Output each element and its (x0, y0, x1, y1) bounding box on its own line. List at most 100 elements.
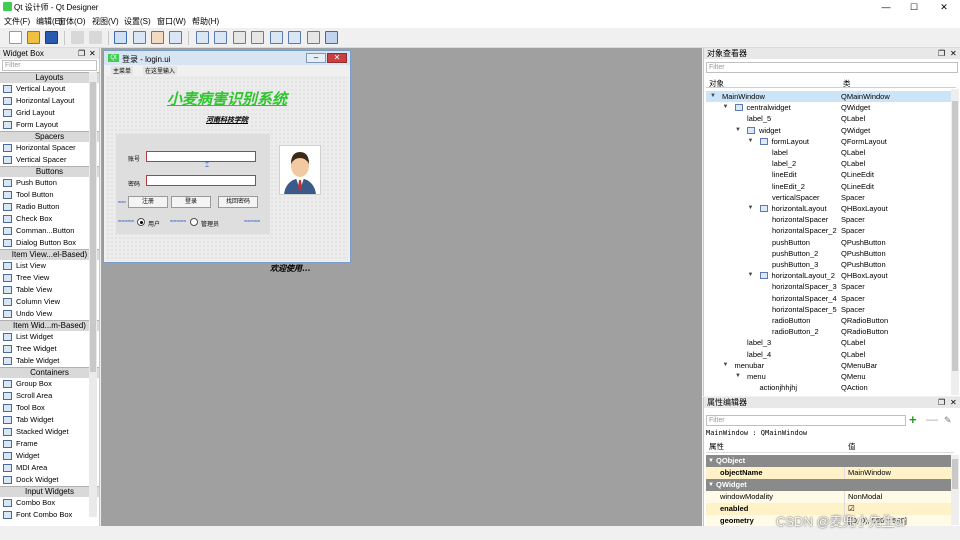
tree-row-centralwidget[interactable]: ▼ centralwidget QWidget (706, 102, 954, 113)
menu-view[interactable]: 视图(V) (92, 16, 119, 27)
tree-row-radiobutton-2[interactable]: radioButton_2 QRadioButton (706, 326, 954, 337)
widget-item-horizontal-spacer[interactable]: Horizontal Spacer (0, 142, 99, 154)
tree-row-mainwindow[interactable]: ▼ MainWindow QMainWindow (706, 91, 954, 102)
form-layout-icon[interactable] (270, 31, 283, 44)
configure-icon[interactable]: ✎ (944, 415, 952, 426)
menu-settings[interactable]: 设置(S) (124, 16, 151, 27)
widget-item-vertical-spacer[interactable]: Vertical Spacer (0, 154, 99, 166)
property-group-qobject[interactable]: QObject ▼ (706, 455, 954, 467)
edit-buddies-icon[interactable] (151, 31, 164, 44)
widget-item-tool-button[interactable]: Tool Button (0, 189, 99, 201)
maximize-button[interactable]: ☐ (900, 0, 928, 14)
horizontal-layout-icon[interactable] (196, 31, 209, 44)
tree-row-horizontalspacer-5[interactable]: horizontalSpacer_5 Spacer (706, 304, 954, 315)
tree-row-label-4[interactable]: label_4 QLabel (706, 349, 954, 360)
widget-item-mdi-area[interactable]: MDI Area (0, 462, 99, 474)
tree-row-pushbutton-3[interactable]: pushButton_3 QPushButton (706, 259, 954, 270)
widget-item-radio-button[interactable]: Radio Button (0, 201, 99, 213)
edit-tab-order-icon[interactable] (169, 31, 182, 44)
form-close-button[interactable]: ✕ (327, 53, 347, 63)
widget-item-widget[interactable]: Widget (0, 450, 99, 462)
adjust-size-icon[interactable] (325, 31, 338, 44)
close-icon[interactable]: ✕ (950, 48, 957, 59)
tree-row-menu[interactable]: ▼ menu QMenu (706, 371, 954, 382)
widget-category-containers[interactable]: Containers (0, 367, 99, 378)
tree-row-horizontallayout-2[interactable]: ▼ horizontalLayout_2 QHBoxLayout (706, 270, 954, 281)
property-filter-input[interactable]: Filter (706, 415, 906, 426)
vertical-splitter-icon[interactable] (251, 31, 264, 44)
scrollbar-thumb[interactable] (952, 459, 958, 489)
tree-row-label-2[interactable]: label_2 QLabel (706, 158, 954, 169)
tree-row-radiobutton[interactable]: radioButton QRadioButton (706, 315, 954, 326)
widget-item-font-combo-box[interactable]: Font Combo Box (0, 509, 99, 521)
widget-item-stacked-widget[interactable]: Stacked Widget (0, 426, 99, 438)
tree-row-label[interactable]: label QLabel (706, 147, 954, 158)
tree-row-actionjhhjhj[interactable]: actionjhhjhj QAction (706, 382, 954, 393)
tree-row-widget[interactable]: ▼ widget QWidget (706, 125, 954, 136)
add-dynamic-property-icon[interactable]: + (909, 413, 917, 426)
close-icon[interactable]: ✕ (950, 397, 957, 408)
edit-widgets-icon[interactable] (114, 31, 127, 44)
widget-category-spacers[interactable]: Spacers (0, 131, 99, 142)
login-button[interactable]: 登录 (171, 196, 211, 208)
widget-item-form-layout[interactable]: Form Layout (0, 119, 99, 131)
remove-dynamic-property-icon[interactable]: — (926, 413, 938, 425)
widget-item-combo-box[interactable]: Combo Box (0, 497, 99, 509)
collapse-arrow-icon[interactable]: ▼ (708, 455, 714, 467)
tree-row-lineedit[interactable]: lineEdit QLineEdit (706, 169, 954, 180)
grid-layout-icon[interactable] (288, 31, 301, 44)
widget-item-list-view[interactable]: List View (0, 260, 99, 272)
tree-row-horizontalspacer-4[interactable]: horizontalSpacer_4 Spacer (706, 293, 954, 304)
send-to-back-icon[interactable] (71, 31, 84, 44)
retrieve-password-button[interactable]: 找回密码 (218, 196, 258, 208)
widget-item-scroll-area[interactable]: Scroll Area (0, 390, 99, 402)
property-value[interactable]: NonModal (848, 491, 882, 503)
widget-item-dock-widget[interactable]: Dock Widget (0, 474, 99, 486)
close-button[interactable]: ✕ (930, 0, 958, 14)
widget-category-item-view-el-based[interactable]: Item View...el-Based) (0, 249, 99, 260)
tree-row-label-5[interactable]: label_5 QLabel (706, 113, 954, 124)
widget-item-horizontal-layout[interactable]: Horizontal Layout (0, 95, 99, 107)
break-layout-icon[interactable] (307, 31, 320, 44)
widget-item-list-widget[interactable]: List Widget (0, 331, 99, 343)
menu-form[interactable]: 窗体(O) (58, 16, 86, 27)
scrollbar-thumb[interactable] (90, 82, 96, 372)
menu-help[interactable]: 帮助(H) (192, 16, 219, 27)
menu-window[interactable]: 窗口(W) (157, 16, 186, 27)
object-filter-input[interactable]: Filter (706, 62, 958, 73)
tree-row-horizontalspacer-2[interactable]: horizontalSpacer_2 Spacer (706, 225, 954, 236)
widget-item-vertical-layout[interactable]: Vertical Layout (0, 83, 99, 95)
expand-arrow-icon[interactable]: ▼ (710, 91, 716, 102)
form-window[interactable]: Qt 登录 - login.ui – ✕ 主菜单 在这里输入 小麦病害识别系统 … (103, 50, 351, 273)
widget-item-group-box[interactable]: Group Box (0, 378, 99, 390)
widget-category-layouts[interactable]: Layouts (0, 72, 99, 83)
tree-row-verticalspacer[interactable]: verticalSpacer Spacer (706, 192, 954, 203)
tree-row-menubar[interactable]: ▼ menubar QMenuBar (706, 360, 954, 371)
expand-arrow-icon[interactable]: ▼ (723, 102, 729, 113)
expand-arrow-icon[interactable]: ▼ (735, 125, 741, 136)
admin-radio[interactable] (190, 218, 198, 226)
form-menu-main[interactable]: 主菜单 (111, 66, 134, 75)
tree-row-pushbutton[interactable]: pushButton QPushButton (706, 237, 954, 248)
tree-row-lineedit-2[interactable]: lineEdit_2 QLineEdit (706, 181, 954, 192)
object-tree-scrollbar[interactable] (951, 89, 959, 395)
scrollbar-thumb[interactable] (952, 101, 958, 371)
widget-item-table-widget[interactable]: Table Widget (0, 355, 99, 367)
expand-arrow-icon[interactable]: ▼ (723, 360, 729, 371)
widget-item-check-box[interactable]: Check Box (0, 213, 99, 225)
widget-item-table-view[interactable]: Table View (0, 284, 99, 296)
vertical-layout-icon[interactable] (214, 31, 227, 44)
property-group-qwidget[interactable]: QWidget ▼ (706, 479, 954, 491)
tree-row-pushbutton-2[interactable]: pushButton_2 QPushButton (706, 248, 954, 259)
float-icon[interactable]: ❐ (938, 48, 945, 59)
expand-arrow-icon[interactable]: ▼ (748, 203, 754, 214)
widget-box-scrollbar[interactable] (89, 72, 97, 517)
tree-row-horizontalspacer[interactable]: horizontalSpacer Spacer (706, 214, 954, 225)
register-button[interactable]: 注册 (128, 196, 168, 208)
widget-item-grid-layout[interactable]: Grid Layout (0, 107, 99, 119)
widget-item-column-view[interactable]: Column View (0, 296, 99, 308)
widget-item-comman-button[interactable]: Comman...Button (0, 225, 99, 237)
expand-arrow-icon[interactable]: ▼ (735, 371, 741, 382)
widget-item-push-button[interactable]: Push Button (0, 177, 99, 189)
widget-filter-input[interactable]: Filter (2, 60, 97, 71)
